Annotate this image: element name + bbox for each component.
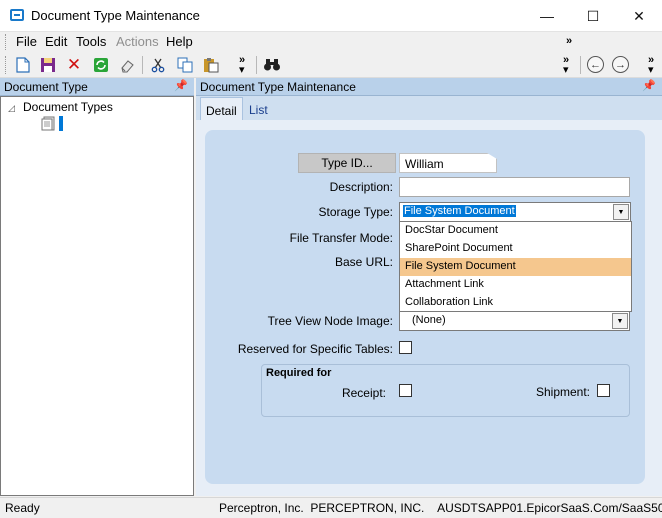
- file-transfer-mode-label: File Transfer Mode:: [289, 231, 393, 245]
- menu-overflow-icon[interactable]: »: [566, 36, 572, 47]
- status-text: Ready: [5, 501, 40, 515]
- shipment-label: Shipment:: [535, 385, 590, 399]
- main-panel-title: Document Type Maintenance: [200, 80, 356, 94]
- menu-grip-icon: [5, 34, 8, 50]
- tree-view-node-image-label: Tree View Node Image:: [267, 314, 393, 328]
- menu-file[interactable]: File: [16, 34, 37, 49]
- chevron-down-icon[interactable]: ▼: [613, 204, 629, 220]
- eraser-icon[interactable]: [117, 55, 137, 75]
- toolbar-separator: [580, 56, 581, 74]
- tree-view-node-image-combo[interactable]: (None) ▼: [399, 311, 630, 331]
- description-input[interactable]: [399, 177, 630, 197]
- toolbar-separator: [142, 56, 143, 74]
- toolbar-overflow-icon[interactable]: » ▾: [648, 55, 654, 76]
- menu-help[interactable]: Help: [166, 34, 193, 49]
- toolbar: ✕ » ▾ » ▾ ← → » ▾: [0, 52, 662, 78]
- title-bar: Document Type Maintenance — ☐ ✕: [0, 0, 662, 32]
- next-record-icon[interactable]: →: [612, 56, 629, 73]
- save-icon[interactable]: [38, 55, 58, 75]
- main-panel-header: Document Type Maintenance 📌: [196, 78, 662, 96]
- reserved-checkbox[interactable]: [399, 341, 412, 354]
- app-icon: [10, 9, 24, 21]
- copy-icon[interactable]: [175, 55, 195, 75]
- close-icon[interactable]: ✕: [616, 0, 662, 32]
- binoculars-icon[interactable]: [262, 55, 282, 75]
- maximize-icon[interactable]: ☐: [570, 0, 616, 32]
- type-id-input[interactable]: William: [399, 153, 497, 173]
- toolbar-overflow-icon[interactable]: » ▾: [239, 55, 245, 76]
- tree-view-node-image-value: (None): [412, 314, 446, 326]
- storage-type-dropdown[interactable]: DocStar Document SharePoint Document Fil…: [399, 221, 632, 312]
- minimize-icon[interactable]: —: [524, 0, 570, 32]
- dropdown-option[interactable]: DocStar Document: [400, 222, 631, 240]
- receipt-label: Receipt:: [341, 386, 386, 400]
- pin-icon[interactable]: 📌: [174, 79, 188, 92]
- dropdown-option[interactable]: Collaboration Link: [400, 294, 631, 312]
- paste-icon[interactable]: [201, 55, 221, 75]
- chevron-down-icon[interactable]: ▼: [612, 313, 628, 329]
- menu-actions[interactable]: Actions: [116, 34, 159, 49]
- tree-expand-icon[interactable]: ◿: [8, 103, 15, 114]
- tree-panel-title: Document Type: [4, 80, 88, 94]
- tab-list[interactable]: List: [244, 97, 273, 121]
- menu-bar: File Edit Tools Actions Help »: [0, 32, 662, 52]
- tree-root-document-types[interactable]: Document Types: [23, 100, 113, 114]
- document-node-icon[interactable]: [41, 116, 55, 131]
- menu-tools[interactable]: Tools: [76, 34, 106, 49]
- new-document-icon[interactable]: [13, 55, 33, 75]
- dropdown-option[interactable]: Attachment Link: [400, 276, 631, 294]
- dropdown-option[interactable]: SharePoint Document: [400, 240, 631, 258]
- description-label: Description:: [329, 180, 393, 194]
- status-connection-info: Perceptron, Inc. PERCEPTRON, INC. AUSDTS…: [219, 501, 662, 515]
- toolbar-separator: [256, 56, 257, 74]
- type-id-button[interactable]: Type ID...: [298, 153, 396, 173]
- pin-icon[interactable]: 📌: [642, 79, 656, 92]
- delete-icon[interactable]: ✕: [64, 55, 84, 75]
- document-type-tree[interactable]: ◿ Document Types: [0, 96, 194, 496]
- receipt-checkbox[interactable]: [399, 384, 412, 397]
- previous-record-icon[interactable]: ←: [587, 56, 604, 73]
- required-for-title: Required for: [266, 367, 332, 379]
- storage-type-combo[interactable]: File System Document ▼: [399, 202, 631, 222]
- reserved-label: Reserved for Specific Tables:: [237, 342, 393, 356]
- tab-detail[interactable]: Detail: [200, 97, 243, 121]
- storage-type-label: Storage Type:: [318, 205, 394, 219]
- toolbar-overflow-icon[interactable]: » ▾: [563, 55, 569, 76]
- menu-edit[interactable]: Edit: [45, 34, 67, 49]
- tree-panel-header: Document Type 📌: [0, 78, 194, 96]
- base-url-label: Base URL:: [334, 255, 393, 269]
- shipment-checkbox[interactable]: [597, 384, 610, 397]
- dropdown-option-highlighted[interactable]: File System Document: [400, 258, 631, 276]
- status-bar: Ready Perceptron, Inc. PERCEPTRON, INC. …: [0, 497, 662, 518]
- tree-node-selected[interactable]: [59, 116, 63, 131]
- window-title: Document Type Maintenance: [31, 8, 200, 23]
- storage-type-value: File System Document: [403, 205, 516, 217]
- toolbar-grip-icon: [5, 56, 8, 74]
- refresh-icon[interactable]: [91, 55, 111, 75]
- cut-icon[interactable]: [148, 55, 168, 75]
